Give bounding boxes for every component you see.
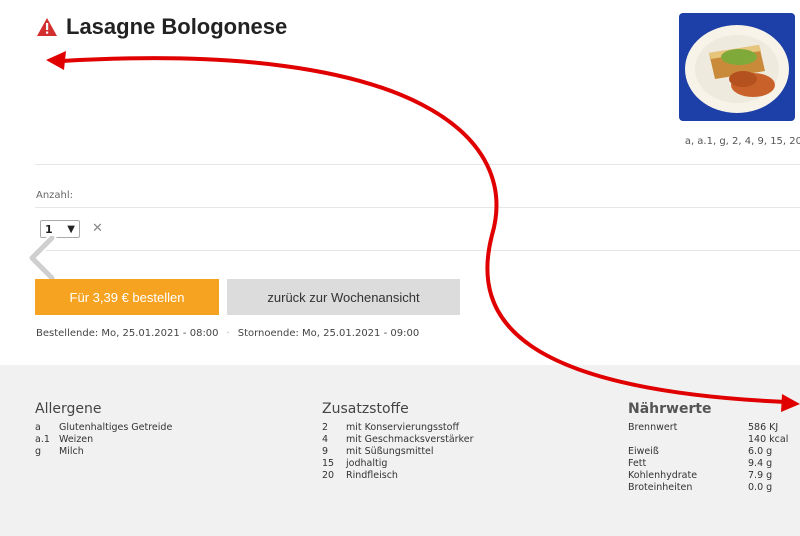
previous-arrow-icon[interactable] <box>24 236 74 280</box>
value: 7.9 g <box>748 470 773 481</box>
name: Glutenhaltiges Getreide <box>59 422 173 433</box>
name: Kohlenhydrate <box>628 470 698 481</box>
divider <box>35 250 800 251</box>
name: mit Süßungsmittel <box>346 446 434 457</box>
info-footer: Allergene a Glutenhaltiges Getreide a.1 We… <box>0 365 800 536</box>
name: Milch <box>59 446 84 457</box>
list-item: a Glutenhaltiges Getreide <box>35 422 182 434</box>
list-item: 140 kcal <box>628 434 788 446</box>
code: a.1 <box>35 434 50 445</box>
naehrwerte-table: Brennwert 586 KJ 140 kcal Eiweiß 6.0 g Fet… <box>628 422 788 494</box>
close-icon[interactable]: ✕ <box>92 221 103 236</box>
value: 140 kcal <box>748 434 789 445</box>
back-to-week-button[interactable]: zurück zur Wochenansicht <box>227 279 460 315</box>
code: 9 <box>322 446 329 457</box>
name: mit Geschmacksverstärker <box>346 434 474 445</box>
dish-image <box>679 13 795 121</box>
naehrwerte-heading: Nährwerte <box>628 401 712 417</box>
list-item: Fett 9.4 g <box>628 458 788 470</box>
divider <box>35 207 800 208</box>
list-item: Eiweiß 6.0 g <box>628 446 788 458</box>
zusatzstoffe-table: 2 mit Konservierungsstoff 4 mit Geschmacks… <box>322 422 473 482</box>
code: g <box>35 446 42 457</box>
value: 586 KJ <box>748 422 779 433</box>
allergene-table: a Glutenhaltiges Getreide a.1 Weizen g Milc… <box>35 422 182 458</box>
list-item: 2 mit Konservierungsstoff <box>322 422 473 434</box>
list-item: 9 mit Süßungsmittel <box>322 446 473 458</box>
list-item: Kohlenhydrate 7.9 g <box>628 470 788 482</box>
list-item: 4 mit Geschmacksverstärker <box>322 434 473 446</box>
list-item: a.1 Weizen <box>35 434 182 446</box>
name: mit Konservierungsstoff <box>346 422 459 433</box>
allergen-codes: a, a.1, g, 2, 4, 9, 15, 20 <box>684 136 800 147</box>
list-item: g Milch <box>35 446 182 458</box>
cancel-end: Stornoende: Mo, 25.01.2021 - 09:00 <box>237 328 420 339</box>
quantity-value: 1 <box>45 222 53 236</box>
value: 0.0 g <box>748 482 773 493</box>
separator: · <box>226 328 230 339</box>
dish-title: Lasagne Bologonese <box>66 14 288 39</box>
quantity-label: Anzahl: <box>36 190 74 201</box>
value: 9.4 g <box>748 458 773 469</box>
list-item: Broteinheiten 0.0 g <box>628 482 788 494</box>
zusatzstoffe-heading: Zusatzstoffe <box>322 401 409 417</box>
list-item: Brennwert 586 KJ <box>628 422 788 434</box>
list-item: 15 jodhaltig <box>322 458 473 470</box>
chevron-down-icon: ▼ <box>67 223 75 235</box>
name: Weizen <box>59 434 94 445</box>
name: Fett <box>628 458 647 469</box>
zusatzstoffe-section: Zusatzstoffe 2 mit Konservierungsstoff 4 m… <box>322 401 473 482</box>
allergene-section: Allergene a Glutenhaltiges Getreide a.1 We… <box>35 401 182 458</box>
code: a <box>35 422 41 433</box>
warning-triangle-icon <box>37 18 57 36</box>
list-item: 20 Rindfleisch <box>322 470 473 482</box>
dish-title-row: Lasagne Bologonese <box>36 14 287 40</box>
name <box>628 434 748 446</box>
order-end: Bestellende: Mo, 25.01.2021 - 08:00 <box>36 328 219 339</box>
name: Broteinheiten <box>628 482 693 493</box>
order-button[interactable]: Für 3,39 € bestellen <box>35 279 219 315</box>
name: Rindfleisch <box>346 470 398 481</box>
divider <box>35 164 800 165</box>
naehrwerte-section: Nährwerte Brennwert 586 KJ 140 kcal Eiwei… <box>628 401 788 494</box>
name: Eiweiß <box>628 446 659 457</box>
code: 4 <box>322 434 329 445</box>
value: 6.0 g <box>748 446 773 457</box>
name: Brennwert <box>628 422 678 433</box>
deadline-info: Bestellende: Mo, 25.01.2021 - 08:00 · Stor… <box>36 328 419 339</box>
name: jodhaltig <box>346 458 388 469</box>
code: 20 <box>322 470 335 481</box>
allergene-heading: Allergene <box>35 401 102 417</box>
code: 2 <box>322 422 329 433</box>
code: 15 <box>322 458 335 469</box>
